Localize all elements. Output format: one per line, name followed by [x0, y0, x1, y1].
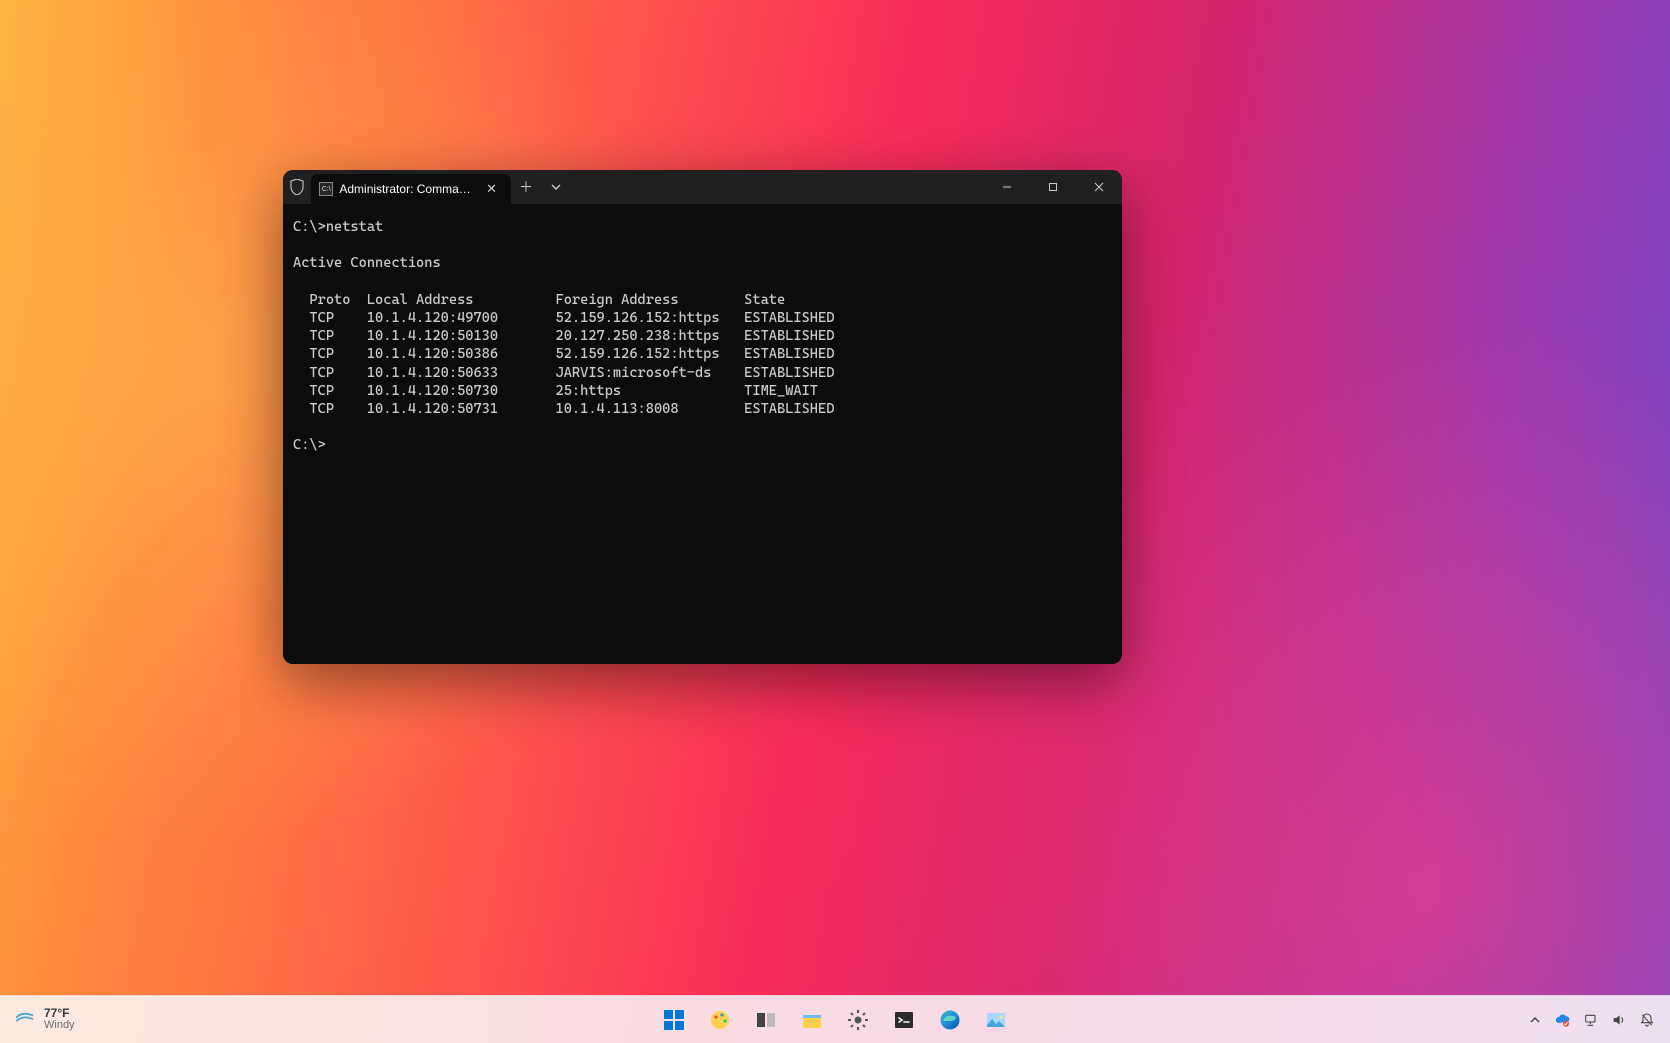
- shield-icon: [283, 170, 311, 204]
- taskbar: 77°F Windy: [0, 995, 1670, 1043]
- system-tray: [1522, 1000, 1670, 1040]
- tray-overflow-button[interactable]: [1522, 1000, 1548, 1040]
- start-button[interactable]: [654, 1000, 694, 1040]
- weather-widget[interactable]: 77°F Windy: [0, 1006, 75, 1033]
- minimize-button[interactable]: [984, 170, 1030, 204]
- cmd-icon: C:\: [319, 182, 333, 196]
- tray-volume-icon[interactable]: [1606, 1000, 1632, 1040]
- tab-dropdown-button[interactable]: [541, 170, 571, 204]
- new-tab-button[interactable]: ＋: [511, 170, 541, 204]
- taskbar-app-paint[interactable]: [700, 1000, 740, 1040]
- taskbar-app-photos[interactable]: [976, 1000, 1016, 1040]
- tray-notifications-icon[interactable]: [1634, 1000, 1660, 1040]
- tray-onedrive-icon[interactable]: [1550, 1000, 1576, 1040]
- window-titlebar[interactable]: C:\ Administrator: Command Pro ✕ ＋: [283, 170, 1122, 204]
- taskbar-app-taskview[interactable]: [746, 1000, 786, 1040]
- terminal-tab[interactable]: C:\ Administrator: Command Pro ✕: [311, 174, 511, 204]
- tab-close-button[interactable]: ✕: [482, 179, 501, 199]
- terminal-window: C:\ Administrator: Command Pro ✕ ＋ C:\>n…: [283, 170, 1122, 664]
- weather-condition: Windy: [44, 1020, 75, 1032]
- taskbar-app-settings[interactable]: [838, 1000, 878, 1040]
- close-button[interactable]: [1076, 170, 1122, 204]
- taskbar-app-explorer[interactable]: [792, 1000, 832, 1040]
- tab-title: Administrator: Command Pro: [339, 182, 476, 196]
- terminal-output[interactable]: C:\>netstat Active Connections Proto Loc…: [283, 204, 1122, 664]
- taskbar-app-terminal[interactable]: [884, 1000, 924, 1040]
- taskbar-app-edge[interactable]: [930, 1000, 970, 1040]
- weather-icon: [14, 1006, 36, 1033]
- taskbar-center: [654, 1000, 1016, 1040]
- maximize-button[interactable]: [1030, 170, 1076, 204]
- tray-network-icon[interactable]: [1578, 1000, 1604, 1040]
